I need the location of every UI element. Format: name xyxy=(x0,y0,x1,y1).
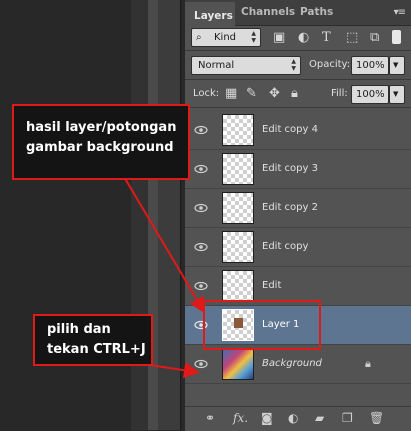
layer-thumbnail xyxy=(222,192,254,224)
new-group-icon[interactable]: ▰ xyxy=(315,411,324,425)
visibility-eye-icon[interactable] xyxy=(193,278,209,294)
opacity-label: Opacity: xyxy=(309,59,351,70)
layer-row-edit-copy-4[interactable]: Edit copy 4 xyxy=(185,111,411,150)
callout-instruction: pilih dan tekan CTRL+J xyxy=(33,314,153,366)
blend-mode-select[interactable]: Normal ▲ ▼ xyxy=(191,56,301,75)
updown-icon: ▲ ▼ xyxy=(251,30,256,44)
tab-channels[interactable]: Channels xyxy=(241,6,295,18)
chevron-down-icon: ▼ xyxy=(393,90,399,98)
layer-name: Edit copy 4 xyxy=(262,124,318,135)
layer-name: Edit xyxy=(262,280,282,291)
panel-tab-bar: Layers Channels Paths ▾≡ xyxy=(185,0,411,26)
layer-name: Edit copy xyxy=(262,241,309,252)
lock-all-icon[interactable]: 🔒︎ xyxy=(291,86,298,101)
layer-thumbnail xyxy=(222,114,254,146)
lock-image-icon[interactable]: ✎ xyxy=(246,86,257,101)
search-icon: ⌕ xyxy=(196,32,202,43)
lock-icon: 🔒︎ xyxy=(365,357,371,370)
filter-adjustment-icon[interactable]: ◐ xyxy=(298,30,309,45)
callout-result-text: hasil layer/potongan gambar background xyxy=(26,120,177,155)
divider xyxy=(185,50,411,51)
layers-panel: Layers Channels Paths ▾≡ ⌕ Kind ▲ ▼ ▣ ◐ T… xyxy=(185,0,411,431)
lock-transparent-icon[interactable]: ▦ xyxy=(225,86,237,101)
layer-row-edit-copy[interactable]: Edit copy xyxy=(185,228,411,267)
filter-type-icon[interactable]: T xyxy=(322,30,331,45)
adjustment-layer-icon[interactable]: ◐ xyxy=(288,411,298,425)
layer-name: Edit copy 2 xyxy=(262,202,318,213)
visibility-eye-icon[interactable] xyxy=(193,122,209,138)
layer-row-background[interactable]: Background 🔒︎ xyxy=(185,345,411,384)
layer-name: Edit copy 3 xyxy=(262,163,318,174)
layer-thumbnail xyxy=(222,153,254,185)
visibility-eye-icon[interactable] xyxy=(193,239,209,255)
delete-layer-icon[interactable]: 🗑︎ xyxy=(369,411,384,425)
layer-thumbnail xyxy=(222,270,254,302)
tab-layers[interactable]: Layers xyxy=(185,2,235,26)
new-layer-icon[interactable]: ❐ xyxy=(342,411,353,425)
layer-row-edit-copy-3[interactable]: Edit copy 3 xyxy=(185,150,411,189)
opacity-input[interactable]: 100% xyxy=(351,56,389,75)
filter-smart-object-icon[interactable]: ⧉ xyxy=(370,30,379,45)
divider xyxy=(185,79,411,80)
tab-paths[interactable]: Paths xyxy=(300,6,333,18)
layers-panel-footer: ⚭ fx. ◙ ◐ ▰ ❐ 🗑︎ xyxy=(185,406,411,431)
panel-dock-strip xyxy=(158,0,180,430)
filter-toggle-icon[interactable] xyxy=(392,30,401,44)
highlight-box-layer-1 xyxy=(203,300,321,350)
link-layers-icon[interactable]: ⚭ xyxy=(205,411,215,425)
filter-pixel-icon[interactable]: ▣ xyxy=(273,30,285,45)
chevron-down-icon: ▼ xyxy=(393,61,399,69)
filter-shape-icon[interactable]: ⬚ xyxy=(346,30,358,45)
lock-label: Lock: xyxy=(193,88,220,99)
visibility-eye-icon[interactable] xyxy=(193,200,209,216)
opacity-value: 100% xyxy=(356,60,385,71)
panel-menu-icon[interactable]: ▾≡ xyxy=(394,7,406,18)
layer-thumbnail xyxy=(222,231,254,263)
visibility-eye-icon[interactable] xyxy=(193,161,209,177)
lock-position-icon[interactable]: ✥ xyxy=(269,86,280,101)
visibility-eye-icon[interactable] xyxy=(193,356,209,372)
fill-dropdown-button[interactable]: ▼ xyxy=(389,85,405,104)
updown-icon: ▲ ▼ xyxy=(291,58,296,72)
fill-label: Fill: xyxy=(331,88,348,99)
callout-result-layer: hasil layer/potongan gambar background xyxy=(12,104,190,180)
layer-thumbnail xyxy=(222,348,254,380)
divider xyxy=(180,0,181,430)
blend-mode-value: Normal xyxy=(198,60,235,71)
layer-row-edit-copy-2[interactable]: Edit copy 2 xyxy=(185,189,411,228)
fill-value: 100% xyxy=(356,89,385,100)
callout-instruction-text: pilih dan tekan CTRL+J xyxy=(47,322,146,357)
opacity-dropdown-button[interactable]: ▼ xyxy=(389,56,405,75)
layer-name: Background xyxy=(262,358,322,369)
filter-kind-select[interactable]: ⌕ Kind ▲ ▼ xyxy=(191,28,261,47)
tab-layers-label: Layers xyxy=(194,10,233,22)
fx-button[interactable]: fx. xyxy=(233,411,248,425)
fill-input[interactable]: 100% xyxy=(351,85,389,104)
divider xyxy=(185,107,411,108)
filter-kind-label: Kind xyxy=(214,32,237,43)
add-mask-icon[interactable]: ◙ xyxy=(261,411,273,425)
